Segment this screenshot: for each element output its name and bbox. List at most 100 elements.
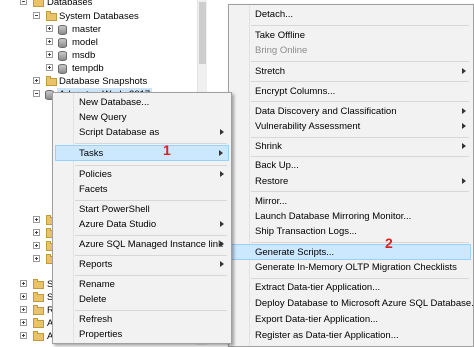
scrollbar-thumb[interactable] <box>199 2 206 64</box>
expand-icon[interactable] <box>20 293 27 300</box>
menu-item-label: Rename <box>79 279 115 290</box>
menu-item-label: Vulnerability Assessment <box>255 121 361 132</box>
menu-item-facets[interactable]: Facets <box>55 182 229 197</box>
menu-item-detach[interactable]: Detach... <box>231 7 471 22</box>
menu-item-label: Export Data-tier Application... <box>255 314 379 325</box>
menu-item-script-database-as[interactable]: Script Database as <box>55 125 229 140</box>
folder-icon <box>46 11 57 21</box>
menu-item-label: Launch Database Mirroring Monitor... <box>255 211 412 222</box>
menu-item-properties[interactable]: Properties <box>55 327 229 342</box>
menu-item-restore[interactable]: Restore <box>231 174 471 189</box>
database-icon <box>58 25 67 35</box>
menu-item-label: Script Database as <box>79 127 160 138</box>
menu-item-stretch[interactable]: Stretch <box>231 64 471 79</box>
menu-item-new-database[interactable]: New Database... <box>55 95 229 110</box>
expand-icon[interactable] <box>46 38 53 45</box>
menu-item-label: Data Discovery and Classification <box>255 106 397 117</box>
submenu-arrow-icon <box>462 108 466 114</box>
menu-item-start-powershell[interactable]: Start PowerShell <box>55 202 229 217</box>
expand-icon[interactable] <box>33 229 40 236</box>
menu-item-extract-data-tier[interactable]: Extract Data-tier Application... <box>231 280 471 295</box>
tree-node-label: msdb <box>72 50 96 61</box>
expand-icon[interactable] <box>33 77 40 84</box>
folder-icon <box>33 279 44 289</box>
expand-icon[interactable] <box>33 242 40 249</box>
menu-item-label: Register as Data-tier Application... <box>255 330 399 341</box>
menu-item-tasks[interactable]: Tasks <box>55 145 229 161</box>
menu-item-label: Detach... <box>255 9 294 20</box>
tree-node-label: Database Snapshots <box>59 76 148 87</box>
menu-separator <box>251 278 469 279</box>
folder-icon <box>33 0 44 7</box>
menu-item-label: Properties <box>79 329 123 340</box>
menu-separator <box>75 310 227 311</box>
tree-node-label: tempdb <box>72 63 104 74</box>
menu-item-azure-sql-mi-link[interactable]: Azure SQL Managed Instance link <box>55 237 229 252</box>
database-context-menu: New Database... New Query Script Databas… <box>52 92 232 344</box>
menu-separator <box>75 255 227 256</box>
expand-icon[interactable] <box>20 306 27 313</box>
menu-item-label: Ship Transaction Logs... <box>255 226 357 237</box>
expand-icon[interactable] <box>33 216 40 223</box>
menu-item-generate-scripts[interactable]: Generate Scripts... <box>231 244 471 260</box>
expand-icon[interactable] <box>33 255 40 262</box>
menu-item-launch-mirroring-monitor[interactable]: Launch Database Mirroring Monitor... <box>231 209 471 224</box>
menu-item-refresh[interactable]: Refresh <box>55 312 229 327</box>
menu-item-label: Facets <box>79 184 108 195</box>
expand-icon[interactable] <box>46 51 53 58</box>
menu-item-back-up[interactable]: Back Up... <box>231 158 471 173</box>
menu-item-label: Tasks <box>79 148 104 159</box>
menu-item-label: Extract Data-tier Application... <box>255 282 381 293</box>
menu-item-encrypt-columns[interactable]: Encrypt Columns... <box>231 84 471 99</box>
submenu-arrow-icon <box>219 150 223 156</box>
menu-item-export-data-tier[interactable]: Export Data-tier Application... <box>231 312 471 327</box>
menu-item-label: Refresh <box>79 314 113 325</box>
menu-item-mirror[interactable]: Mirror... <box>231 194 471 209</box>
menu-item-label: Policies <box>79 169 112 180</box>
menu-item-label: Stretch <box>255 66 286 77</box>
tree-node-label: master <box>72 24 102 35</box>
menu-item-ship-transaction-logs[interactable]: Ship Transaction Logs... <box>231 224 471 239</box>
menu-item-label: Azure Data Studio <box>79 219 157 230</box>
menu-item-rename[interactable]: Rename <box>55 277 229 292</box>
menu-separator <box>251 156 469 157</box>
submenu-arrow-icon <box>220 129 224 135</box>
menu-separator <box>251 101 469 102</box>
tree-node-label: Databases <box>47 0 93 8</box>
expand-icon[interactable] <box>46 64 53 71</box>
menu-item-deploy-to-azure[interactable]: Deploy Database to Microsoft Azure SQL D… <box>231 296 474 311</box>
step-marker-1: 1 <box>163 142 171 158</box>
menu-item-vulnerability-assessment[interactable]: Vulnerability Assessment <box>231 119 471 134</box>
collapse-icon[interactable] <box>33 12 40 19</box>
collapse-icon[interactable] <box>20 0 27 5</box>
menu-item-label: Bring Online <box>255 45 308 56</box>
folder-icon <box>33 318 44 328</box>
menu-separator <box>251 137 469 138</box>
submenu-arrow-icon <box>462 68 466 74</box>
menu-item-reports[interactable]: Reports <box>55 257 229 272</box>
expand-icon[interactable] <box>20 332 27 339</box>
menu-item-new-query[interactable]: New Query <box>55 110 229 125</box>
collapse-icon[interactable] <box>33 90 40 97</box>
submenu-arrow-icon <box>462 123 466 129</box>
submenu-arrow-icon <box>220 171 224 177</box>
menu-separator <box>251 242 469 243</box>
submenu-arrow-icon <box>220 221 224 227</box>
menu-item-data-discovery[interactable]: Data Discovery and Classification <box>231 104 471 119</box>
expand-icon[interactable] <box>20 280 27 287</box>
menu-item-generate-oltp-checklists[interactable]: Generate In-Memory OLTP Migration Checkl… <box>231 260 471 275</box>
menu-item-label: Start PowerShell <box>79 204 150 215</box>
menu-item-label: Shrink <box>255 141 282 152</box>
menu-item-policies[interactable]: Policies <box>55 167 229 182</box>
menu-item-take-offline[interactable]: Take Offline <box>231 28 471 43</box>
menu-item-shrink[interactable]: Shrink <box>231 139 471 154</box>
menu-item-label: New Query <box>79 112 127 123</box>
menu-item-label: Deploy Database to Microsoft Azure SQL D… <box>255 298 474 309</box>
menu-item-azure-data-studio[interactable]: Azure Data Studio <box>55 217 229 232</box>
tree-node-label: System Databases <box>59 11 139 22</box>
menu-item-label: Back Up... <box>255 160 299 171</box>
expand-icon[interactable] <box>20 319 27 326</box>
menu-item-delete[interactable]: Delete <box>55 292 229 307</box>
menu-item-register-data-tier[interactable]: Register as Data-tier Application... <box>231 328 471 343</box>
expand-icon[interactable] <box>46 25 53 32</box>
